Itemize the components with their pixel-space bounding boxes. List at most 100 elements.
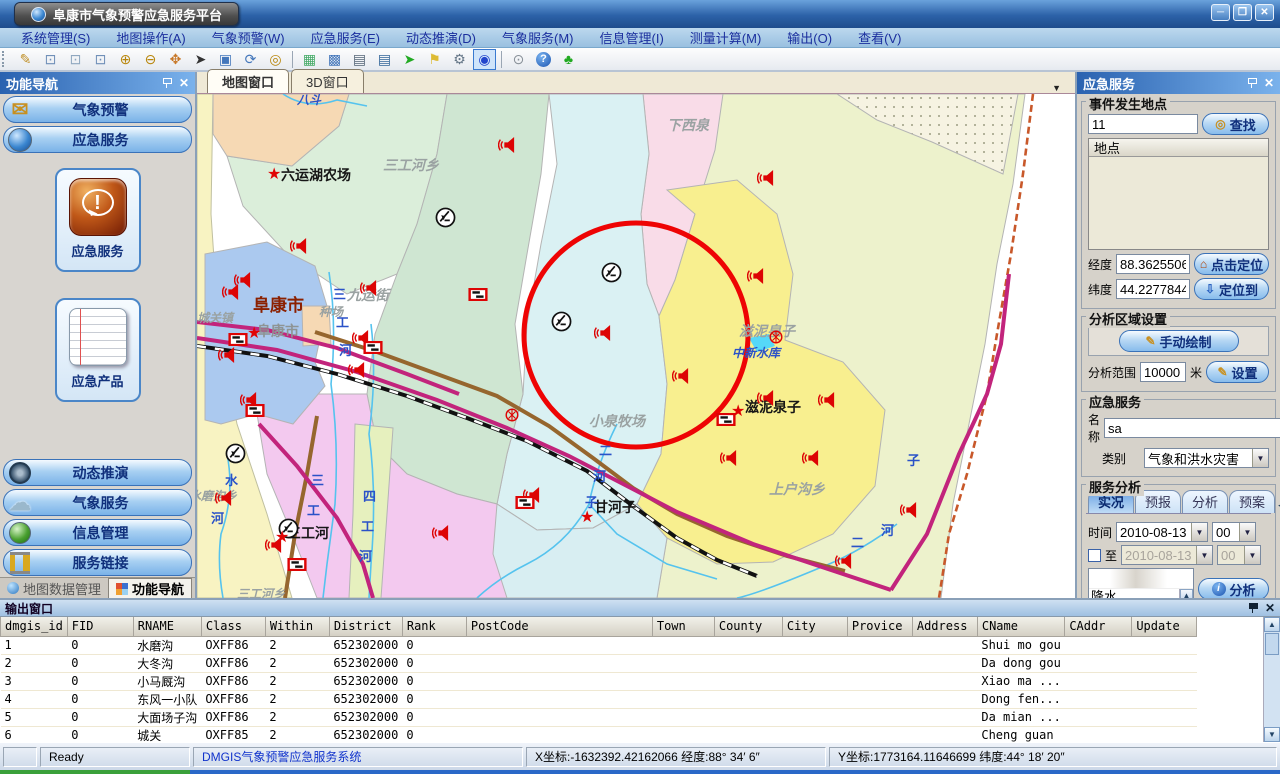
scroll-up-icon[interactable]: ▲ — [1264, 617, 1280, 632]
listbox-scrollbar[interactable]: ▲ — [1179, 589, 1193, 598]
restore-button[interactable]: ❐ — [1233, 4, 1252, 21]
menu-measure-calc[interactable]: 测量计算(M) — [677, 28, 775, 47]
type-combo[interactable]: 气象和洪水灾害 ▼ — [1144, 448, 1269, 468]
menu-weather-service[interactable]: 气象服务(M) — [489, 28, 587, 47]
image-export-icon[interactable]: ▩ — [323, 49, 346, 70]
column-header[interactable]: Address — [912, 617, 977, 636]
pointer-icon[interactable]: ➤ — [189, 49, 212, 70]
column-header[interactable]: Update — [1132, 617, 1197, 636]
nav-group-service-links[interactable]: 服务链接 — [3, 549, 192, 576]
menu-dynamic-deduction[interactable]: 动态推演(D) — [393, 28, 489, 47]
vscroll-thumb[interactable] — [1265, 633, 1279, 655]
column-header[interactable]: City — [782, 617, 847, 636]
help-icon[interactable]: ? — [532, 49, 555, 70]
tab-map-data-management[interactable]: 地图数据管理 — [0, 578, 108, 598]
menu-view[interactable]: 查看(V) — [845, 28, 914, 47]
nav-group-info-management[interactable]: 信息管理 — [3, 519, 192, 546]
menu-system-management[interactable]: 系统管理(S) — [8, 28, 103, 47]
zoom-scale-icon[interactable]: ◎ — [264, 49, 287, 70]
column-header[interactable]: CAddr — [1065, 617, 1132, 636]
column-header[interactable]: Provice — [847, 617, 912, 636]
close-icon[interactable]: ✕ — [1265, 602, 1275, 614]
element-listbox[interactable]: 降水空气温度 ▲ — [1088, 568, 1194, 598]
tab-analysis[interactable]: 分析 — [1182, 490, 1228, 513]
layers-icon[interactable]: ▦ — [298, 49, 321, 70]
full-extent-icon[interactable]: ▣ — [214, 49, 237, 70]
scroll-up-icon[interactable]: ▲ — [1180, 589, 1193, 598]
pin-icon[interactable] — [1248, 603, 1257, 614]
range-input[interactable] — [1140, 362, 1186, 382]
tab-plan[interactable]: 预案 — [1229, 490, 1275, 513]
table-row[interactable]: 60城关OXFF8526523020000Cheng guan — [1, 726, 1197, 742]
measure-icon[interactable]: ✎ — [14, 49, 37, 70]
print-color-icon[interactable]: ▤ — [373, 49, 396, 70]
tab-scroll-left-icon[interactable]: ◀ — [1276, 500, 1280, 511]
column-header[interactable]: Rank — [402, 617, 466, 636]
location-query-input[interactable] — [1088, 114, 1198, 134]
locate-to-button[interactable]: ⇩ 定位到 — [1194, 278, 1269, 300]
column-header[interactable]: Class — [201, 617, 265, 636]
minimize-button[interactable]: ─ — [1211, 4, 1230, 21]
chevron-down-icon[interactable]: ▼ — [1052, 83, 1061, 93]
table-row[interactable]: 10水磨沟OXFF8626523020000Shui mo gou — [1, 636, 1197, 654]
goto-arrow-icon[interactable]: ➤ — [398, 49, 421, 70]
tab-map-window[interactable]: 地图窗口 — [207, 69, 289, 93]
location-list[interactable]: 地点 — [1088, 138, 1269, 250]
nav-group-weather-service[interactable]: ☁ 气象服务 — [3, 489, 192, 516]
menu-map-operation[interactable]: 地图操作(A) — [103, 28, 198, 47]
column-header[interactable]: PostCode — [466, 617, 652, 636]
scroll-down-icon[interactable]: ▼ — [1264, 727, 1280, 742]
column-header[interactable]: dmgis_id — [1, 617, 68, 636]
list-item[interactable]: 降水 — [1089, 589, 1193, 598]
lon-input[interactable] — [1116, 254, 1190, 274]
close-icon[interactable]: ✕ — [1264, 77, 1274, 89]
column-header[interactable]: Within — [265, 617, 329, 636]
analyze-button[interactable]: i 分析 — [1198, 578, 1269, 598]
map-canvas[interactable]: 六运湖农场三工河乡下西泉八斗阜康市城关镇阜康市种场九运街滋泥泉子中新水库滋泥泉子… — [197, 94, 1075, 598]
menu-weather-warning[interactable]: 气象预警(W) — [199, 28, 298, 47]
pin-icon[interactable] — [162, 78, 171, 89]
zoom-in-icon[interactable]: ⊕ — [114, 49, 137, 70]
nav-group-emergency-service[interactable]: 应急服务 — [3, 126, 192, 153]
globe-service-icon[interactable]: ◉ — [473, 49, 496, 70]
select-rect-icon[interactable]: ⊡ — [39, 49, 62, 70]
close-button[interactable]: ✕ — [1255, 4, 1274, 21]
menu-output[interactable]: 输出(O) — [774, 28, 845, 47]
table-row[interactable]: 20大冬沟OXFF8626523020000Da dong gou — [1, 654, 1197, 672]
select-poly-icon[interactable]: ⊡ — [64, 49, 87, 70]
lat-input[interactable] — [1116, 279, 1190, 299]
nav-group-weather-warning[interactable]: ✉ 气象预警 — [3, 96, 192, 123]
set-button[interactable]: ✎ 设置 — [1206, 361, 1269, 383]
tab-3d-window[interactable]: 3D窗口 — [291, 69, 364, 93]
nav-group-dynamic-deduction[interactable]: 动态推演 — [3, 459, 192, 486]
tab-function-nav[interactable]: 功能导航 — [108, 578, 192, 598]
close-icon[interactable]: ✕ — [179, 77, 189, 89]
visibility-eye-icon[interactable]: ⊙ — [507, 49, 530, 70]
placemark-icon[interactable]: ⚑ — [423, 49, 446, 70]
pin-icon[interactable] — [1247, 78, 1256, 89]
refresh-icon[interactable]: ⟳ — [239, 49, 262, 70]
column-header[interactable]: CName — [977, 617, 1064, 636]
print-icon[interactable]: ▤ — [348, 49, 371, 70]
table-row[interactable]: 40东风一小队OXFF8626523020000Dong fen... — [1, 690, 1197, 708]
find-button[interactable]: ◎ 查找 — [1202, 113, 1269, 135]
date-combo[interactable]: 2010-08-13▼ — [1116, 522, 1208, 542]
export-tree-icon[interactable]: ♣ — [557, 49, 580, 70]
column-header[interactable]: Town — [652, 617, 714, 636]
menu-info-management[interactable]: 信息管理(I) — [587, 28, 677, 47]
pan-hand-icon[interactable]: ✥ — [164, 49, 187, 70]
vertical-scrollbar[interactable]: ▲ ▼ — [1263, 617, 1280, 742]
table-row[interactable]: 50大面场子沟OXFF8626523020000Da mian ... — [1, 708, 1197, 726]
date2-combo[interactable]: 2010-08-13▼ — [1121, 545, 1213, 565]
to-checkbox[interactable] — [1088, 549, 1101, 562]
column-header[interactable]: County — [714, 617, 782, 636]
hour-combo[interactable]: 00▼ — [1212, 522, 1256, 542]
service-name-input[interactable] — [1104, 418, 1280, 438]
settings-gear-icon[interactable]: ⚙ — [448, 49, 471, 70]
hour2-combo[interactable]: 00▼ — [1217, 545, 1261, 565]
chevron-down-icon[interactable]: ▼ — [1252, 449, 1268, 467]
emergency-service-button[interactable]: ! 应急服务 — [55, 168, 141, 272]
locate-click-button[interactable]: ⌂ 点击定位 — [1194, 253, 1269, 275]
emergency-product-button[interactable]: 应急产品 — [55, 298, 141, 402]
column-header[interactable]: FID — [67, 617, 133, 636]
